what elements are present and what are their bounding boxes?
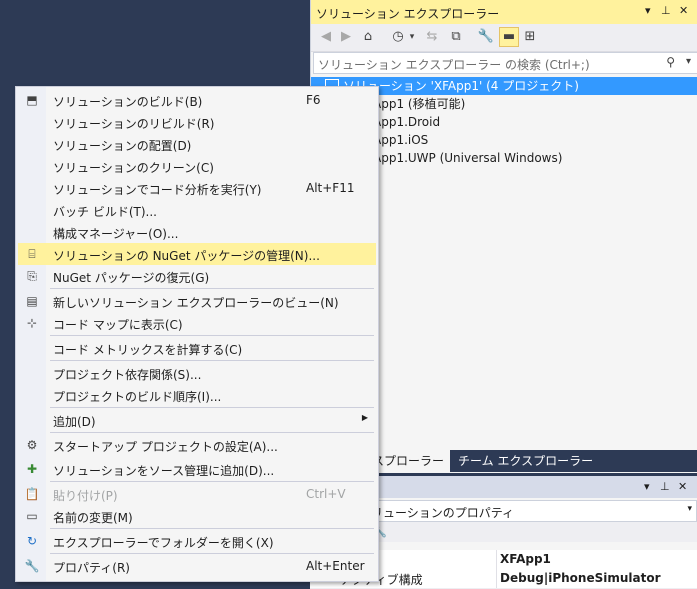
tree-node-app1-ios[interactable]: App1.iOS — [373, 131, 428, 149]
menu-separator — [50, 528, 374, 529]
menu-item-add-to-source-control[interactable]: ✚ ソリューションをソース管理に追加(D)... — [18, 458, 376, 480]
source-control-icon: ✚ — [26, 462, 38, 476]
sync-icon[interactable]: ⇆ — [423, 28, 441, 46]
search-placeholder: ソリューション エクスプローラー の検索 (Ctrl+;) — [318, 58, 590, 72]
menu-item-properties[interactable]: 🔧 プロパティ(R) Alt+Enter — [18, 555, 376, 577]
tree-node-app1[interactable]: App1 (移植可能) — [373, 95, 465, 113]
menu-item-deploy-solution[interactable]: ソリューションの配置(D) — [18, 133, 376, 155]
paste-icon: 📋 — [24, 487, 40, 501]
build-icon: ⬒ — [26, 93, 38, 107]
menu-item-paste[interactable]: 📋 貼り付け(P) Ctrl+V — [18, 483, 376, 505]
menu-item-restore-nuget-packages[interactable]: ⎘ NuGet パッケージの復元(G) — [18, 265, 376, 287]
dropdown-icon[interactable]: ▾ — [644, 480, 650, 493]
forward-icon[interactable]: ▶ — [337, 28, 355, 46]
new-view-icon: ▤ — [26, 294, 38, 308]
menu-separator — [50, 335, 374, 336]
collapse-all-icon[interactable]: ⧉ — [447, 28, 465, 46]
properties-object-value: リューションのプロパティ — [371, 506, 515, 520]
dropdown-icon[interactable]: ▾ — [645, 4, 651, 17]
solution-context-menu: ⬒ ソリューションのビルド(B) F6 ソリューションのリビルド(R) ソリュー… — [15, 86, 379, 582]
solution-explorer-title: ソリューション エクスプローラー — [316, 7, 500, 21]
menu-item-manage-nuget-packages[interactable]: ⌸ ソリューションの NuGet パッケージの管理(N)... — [18, 243, 376, 265]
menu-separator — [50, 481, 374, 482]
menu-item-build-solution[interactable]: ⬒ ソリューションのビルド(B) F6 — [18, 89, 376, 111]
pin-icon[interactable]: ⊥ — [660, 480, 670, 493]
solution-explorer-titlebar: ソリューション エクスプローラー ▾ ⊥ ✕ — [311, 0, 697, 24]
property-divider — [496, 569, 497, 588]
chevron-down-icon[interactable]: ▾ — [403, 28, 421, 46]
pin-icon[interactable]: ⊥ — [661, 4, 671, 17]
menu-item-project-dependencies[interactable]: プロジェクト依存関係(S)... — [18, 362, 376, 384]
tab-team-explorer[interactable]: チーム エクスプローラー — [452, 450, 599, 472]
tree-node-app1-uwp[interactable]: App1.UWP (Universal Windows) — [373, 149, 562, 167]
menu-separator — [50, 360, 374, 361]
rename-icon: ▭ — [26, 509, 38, 523]
nuget-icon: ⌸ — [28, 247, 36, 261]
menu-item-new-solution-explorer-view[interactable]: ▤ 新しいソリューション エクスプローラーのビュー(N) — [18, 290, 376, 312]
menu-item-open-folder-in-explorer[interactable]: ↻ エクスプローラーでフォルダーを開く(X) — [18, 530, 376, 552]
menu-item-set-startup-projects[interactable]: ⚙ スタートアップ プロジェクトの設定(A)... — [18, 434, 376, 456]
menu-item-show-on-code-map[interactable]: ⊹ コード マップに表示(C) — [18, 312, 376, 334]
wrench-icon: 🔧 — [24, 559, 40, 573]
chevron-down-icon: ▾ — [687, 504, 692, 514]
menu-item-run-code-analysis[interactable]: ソリューションでコード分析を実行(Y) Alt+F11 — [18, 177, 376, 199]
close-icon[interactable]: ✕ — [679, 4, 688, 17]
open-folder-icon: ↻ — [26, 534, 38, 548]
search-dropdown-icon[interactable]: ▾ — [686, 56, 691, 67]
menu-item-add[interactable]: 追加(D) ▶ — [18, 409, 376, 431]
preview-icon[interactable]: ▬ — [499, 27, 519, 47]
wrench-icon[interactable]: 🔧 — [477, 28, 495, 46]
menu-separator — [50, 432, 374, 433]
search-icon[interactable]: ⚲ — [666, 55, 675, 69]
back-icon[interactable]: ◀ — [317, 28, 335, 46]
restore-icon: ⎘ — [27, 269, 37, 283]
menu-item-rebuild-solution[interactable]: ソリューションのリビルド(R) — [18, 111, 376, 133]
class-diagram-icon[interactable]: ⊞ — [521, 28, 539, 46]
solution-explorer-toolbar: ◀ ▶ ⌂ ◷ ▾ ⇆ ⧉ 🔧 ▬ ⊞ — [311, 24, 697, 52]
menu-item-clean-solution[interactable]: ソリューションのクリーン(C) — [18, 155, 376, 177]
submenu-arrow-icon: ▶ — [361, 413, 368, 422]
tree-node-app1-droid[interactable]: App1.Droid — [373, 113, 440, 131]
menu-item-batch-build[interactable]: バッチ ビルド(T)... — [18, 199, 376, 221]
menu-item-rename[interactable]: ▭ 名前の変更(M) — [18, 505, 376, 527]
menu-separator — [50, 288, 374, 289]
solution-explorer-search-input[interactable]: ソリューション エクスプローラー の検索 (Ctrl+;) ⚲ ▾ — [313, 52, 697, 74]
menu-item-calculate-code-metrics[interactable]: コード メトリックスを計算する(C) — [18, 337, 376, 359]
menu-item-project-build-order[interactable]: プロジェクトのビルド順序(I)... — [18, 384, 376, 406]
home-icon[interactable]: ⌂ — [359, 28, 377, 46]
menu-separator — [50, 407, 374, 408]
gear-icon: ⚙ — [26, 438, 38, 452]
menu-separator — [50, 553, 374, 554]
codemap-icon: ⊹ — [26, 316, 38, 330]
menu-item-configuration-manager[interactable]: 構成マネージャー(O)... — [18, 221, 376, 243]
close-icon[interactable]: ✕ — [678, 480, 687, 493]
property-divider — [496, 550, 497, 569]
